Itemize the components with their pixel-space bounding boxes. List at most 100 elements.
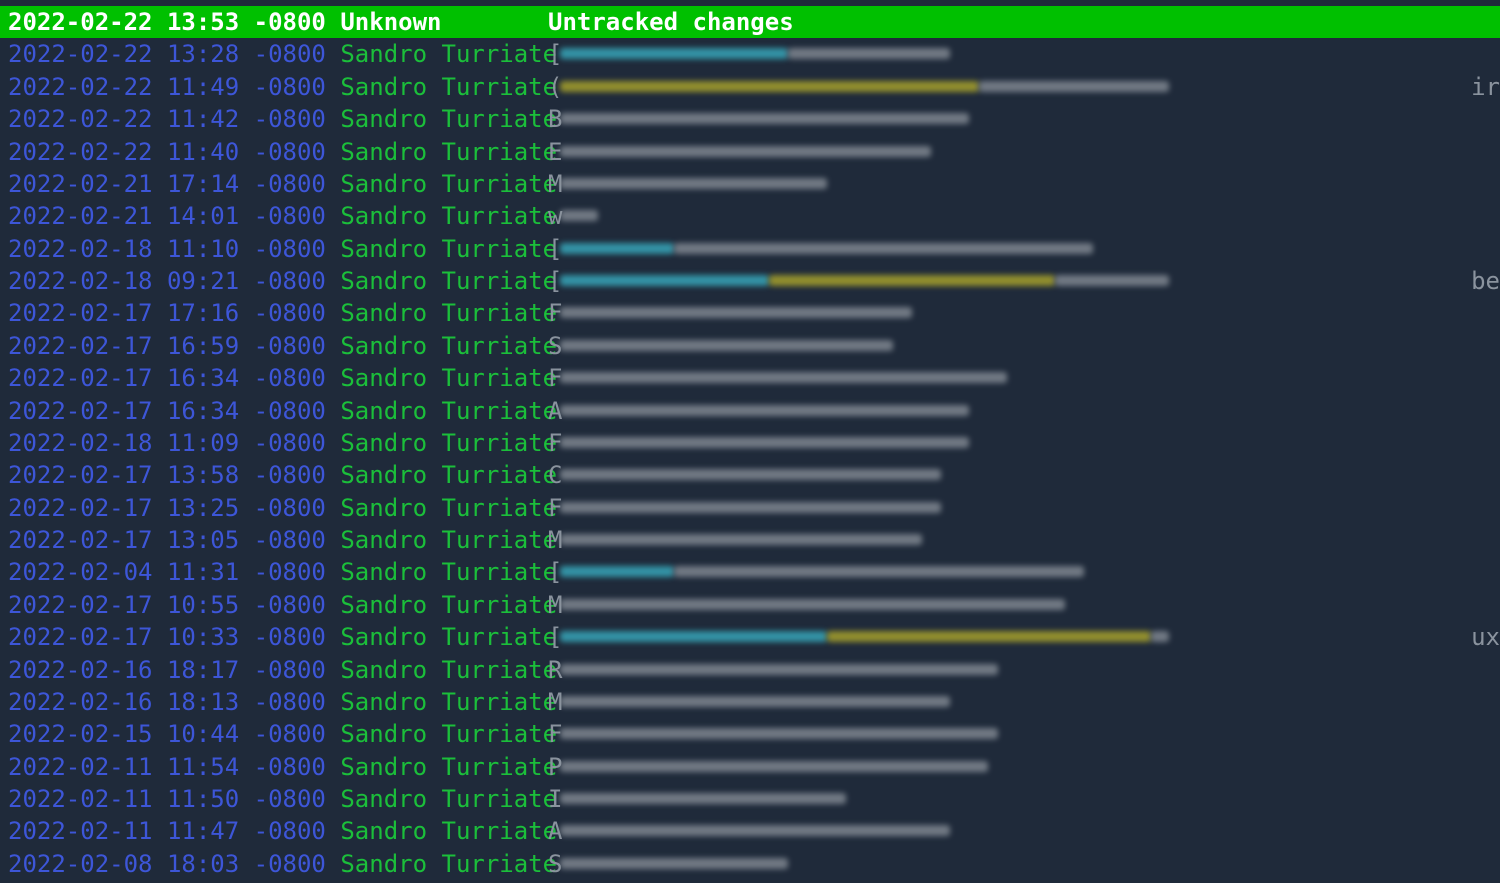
- message-text: [560, 501, 941, 513]
- commit-date: 2022-02-15 10:44 -0800: [8, 720, 326, 749]
- message-text: [560, 695, 950, 707]
- redacted-message: [560, 427, 969, 459]
- commit-row[interactable]: 2022-02-08 18:03 -0800 Sandro Turriate S: [0, 848, 1500, 880]
- redacted-message: [560, 233, 1093, 265]
- branch-tag: [560, 566, 674, 578]
- branch-tag: [560, 631, 827, 643]
- message-text: [1055, 275, 1169, 286]
- commit-date: 2022-02-17 16:59 -0800: [8, 331, 326, 360]
- redacted-message: [560, 200, 598, 232]
- commit-author: Sandro Turriate: [340, 331, 558, 360]
- message-text: [674, 566, 1084, 578]
- commit-author: Sandro Turriate: [340, 817, 558, 846]
- ref-tag: [769, 275, 1055, 286]
- message-text: [560, 307, 912, 319]
- commit-row[interactable]: 2022-02-11 11:50 -0800 Sandro Turriate I: [0, 783, 1500, 815]
- message-text: [560, 113, 969, 125]
- commit-author: Sandro Turriate: [340, 461, 558, 490]
- commit-row[interactable]: 2022-02-17 16:34 -0800 Sandro Turriate A: [0, 395, 1500, 427]
- redacted-message: [560, 524, 922, 556]
- commit-row[interactable]: 2022-02-17 10:33 -0800 Sandro Turriate[u…: [0, 621, 1500, 653]
- commit-author: Sandro Turriate: [340, 72, 558, 101]
- commit-log: 2022-02-22 13:53 -0800 Unknown Untracked …: [0, 6, 1500, 880]
- message-text: [560, 598, 1065, 610]
- commit-row[interactable]: 2022-02-22 11:42 -0800 Sandro Turriate B: [0, 103, 1500, 135]
- commit-author: Sandro Turriate: [340, 40, 558, 69]
- redacted-message: [560, 395, 969, 427]
- branch-tag: [560, 242, 674, 254]
- commit-date: 2022-02-16 18:17 -0800: [8, 655, 326, 684]
- commit-author: Sandro Turriate: [340, 267, 558, 295]
- commit-row[interactable]: 2022-02-17 16:34 -0800 Sandro Turriate F: [0, 362, 1500, 394]
- commit-row[interactable]: 2022-02-22 13:28 -0800 Sandro Turriate[: [0, 38, 1500, 70]
- commit-author: Sandro Turriate: [340, 720, 558, 749]
- commit-row[interactable]: 2022-02-11 11:47 -0800 Sandro Turriate A: [0, 815, 1500, 847]
- commit-date: 2022-02-17 13:25 -0800: [8, 493, 326, 522]
- message-text: [788, 48, 950, 60]
- commit-author: Sandro Turriate: [340, 202, 558, 231]
- commit-row[interactable]: 2022-02-04 11:31 -0800 Sandro Turriate[: [0, 556, 1500, 588]
- commit-row[interactable]: 2022-02-15 10:44 -0800 Sandro Turriate F: [0, 718, 1500, 750]
- redacted-message: [560, 38, 950, 70]
- commit-author: Sandro Turriate: [340, 623, 558, 652]
- message-text: [560, 760, 988, 772]
- message-text: [560, 469, 941, 481]
- commit-row[interactable]: 2022-02-17 13:25 -0800 Sandro Turriate F: [0, 492, 1500, 524]
- ref-tag: [827, 631, 1151, 643]
- redacted-message: [560, 265, 1169, 297]
- commit-row[interactable]: 2022-02-16 18:13 -0800 Sandro Turriate M: [0, 686, 1500, 718]
- message-text: [560, 728, 998, 740]
- commit-date: 2022-02-17 10:33 -0800: [8, 623, 326, 652]
- commit-row[interactable]: 2022-02-18 09:21 -0800 Sandro Turriate[b…: [0, 265, 1500, 297]
- commit-date: 2022-02-16 18:13 -0800: [8, 687, 326, 716]
- commit-date: 2022-02-04 11:31 -0800: [8, 558, 326, 587]
- redacted-message: [560, 330, 893, 362]
- redacted-message: [560, 686, 950, 718]
- redacted-message: [560, 718, 998, 750]
- message-text: [560, 210, 598, 222]
- commit-row[interactable]: 2022-02-18 11:10 -0800 Sandro Turriate[: [0, 233, 1500, 265]
- commit-row[interactable]: 2022-02-22 11:49 -0800 Sandro Turriate(i…: [0, 71, 1500, 103]
- redacted-message: [560, 362, 1007, 394]
- message-text: [560, 825, 950, 837]
- commit-row[interactable]: 2022-02-17 10:55 -0800 Sandro Turriate M: [0, 589, 1500, 621]
- redacted-message: [560, 654, 998, 686]
- message-text: [674, 242, 1093, 254]
- commit-author: Sandro Turriate: [340, 137, 558, 166]
- message-text: [560, 372, 1007, 384]
- commit-row[interactable]: 2022-02-21 14:01 -0800 Sandro Turriate w: [0, 200, 1500, 232]
- commit-row[interactable]: 2022-02-17 13:05 -0800 Sandro Turriate M: [0, 524, 1500, 556]
- commit-author: Sandro Turriate: [340, 655, 558, 684]
- commit-date: 2022-02-21 17:14 -0800: [8, 169, 326, 198]
- commit-author: Sandro Turriate: [340, 396, 558, 425]
- commit-row[interactable]: 2022-02-22 11:40 -0800 Sandro Turriate E: [0, 136, 1500, 168]
- commit-date: 2022-02-17 16:34 -0800: [8, 364, 326, 393]
- commit-date: 2022-02-22 11:49 -0800: [8, 72, 326, 101]
- commit-message-tail: ir: [1471, 72, 1500, 101]
- commit-date: 2022-02-22 13:53 -0800: [8, 8, 326, 36]
- redacted-message: [560, 492, 941, 524]
- commit-row[interactable]: 2022-02-21 17:14 -0800 Sandro Turriate M: [0, 168, 1500, 200]
- commit-author: Sandro Turriate: [340, 493, 558, 522]
- branch-tag: [560, 275, 769, 286]
- commit-date: 2022-02-11 11:50 -0800: [8, 785, 326, 813]
- message-text: [560, 534, 922, 545]
- commit-message: Untracked changes: [548, 8, 794, 36]
- commit-author: Sandro Turriate: [340, 234, 558, 263]
- redacted-message: [560, 556, 1084, 588]
- commit-row[interactable]: 2022-02-18 11:09 -0800 Sandro Turriate F: [0, 427, 1500, 459]
- commit-row[interactable]: 2022-02-17 16:59 -0800 Sandro Turriate S: [0, 330, 1500, 362]
- commit-author: Sandro Turriate: [340, 590, 558, 619]
- redacted-message: [560, 297, 912, 329]
- commit-date: 2022-02-18 11:09 -0800: [8, 428, 326, 457]
- commit-row[interactable]: 2022-02-11 11:54 -0800 Sandro Turriate P: [0, 751, 1500, 783]
- commit-date: 2022-02-17 16:34 -0800: [8, 396, 326, 425]
- commit-row-selected[interactable]: 2022-02-22 13:53 -0800 Unknown Untracked …: [0, 6, 1500, 39]
- commit-row[interactable]: 2022-02-16 18:17 -0800 Sandro Turriate R: [0, 654, 1500, 686]
- commit-author: Sandro Turriate: [340, 785, 558, 813]
- commit-row[interactable]: 2022-02-17 13:58 -0800 Sandro Turriate C: [0, 459, 1500, 491]
- commit-date: 2022-02-18 09:21 -0800: [8, 267, 326, 295]
- branch-tag: [560, 48, 788, 60]
- commit-author: Sandro Turriate: [340, 526, 558, 554]
- commit-row[interactable]: 2022-02-17 17:16 -0800 Sandro Turriate F: [0, 297, 1500, 329]
